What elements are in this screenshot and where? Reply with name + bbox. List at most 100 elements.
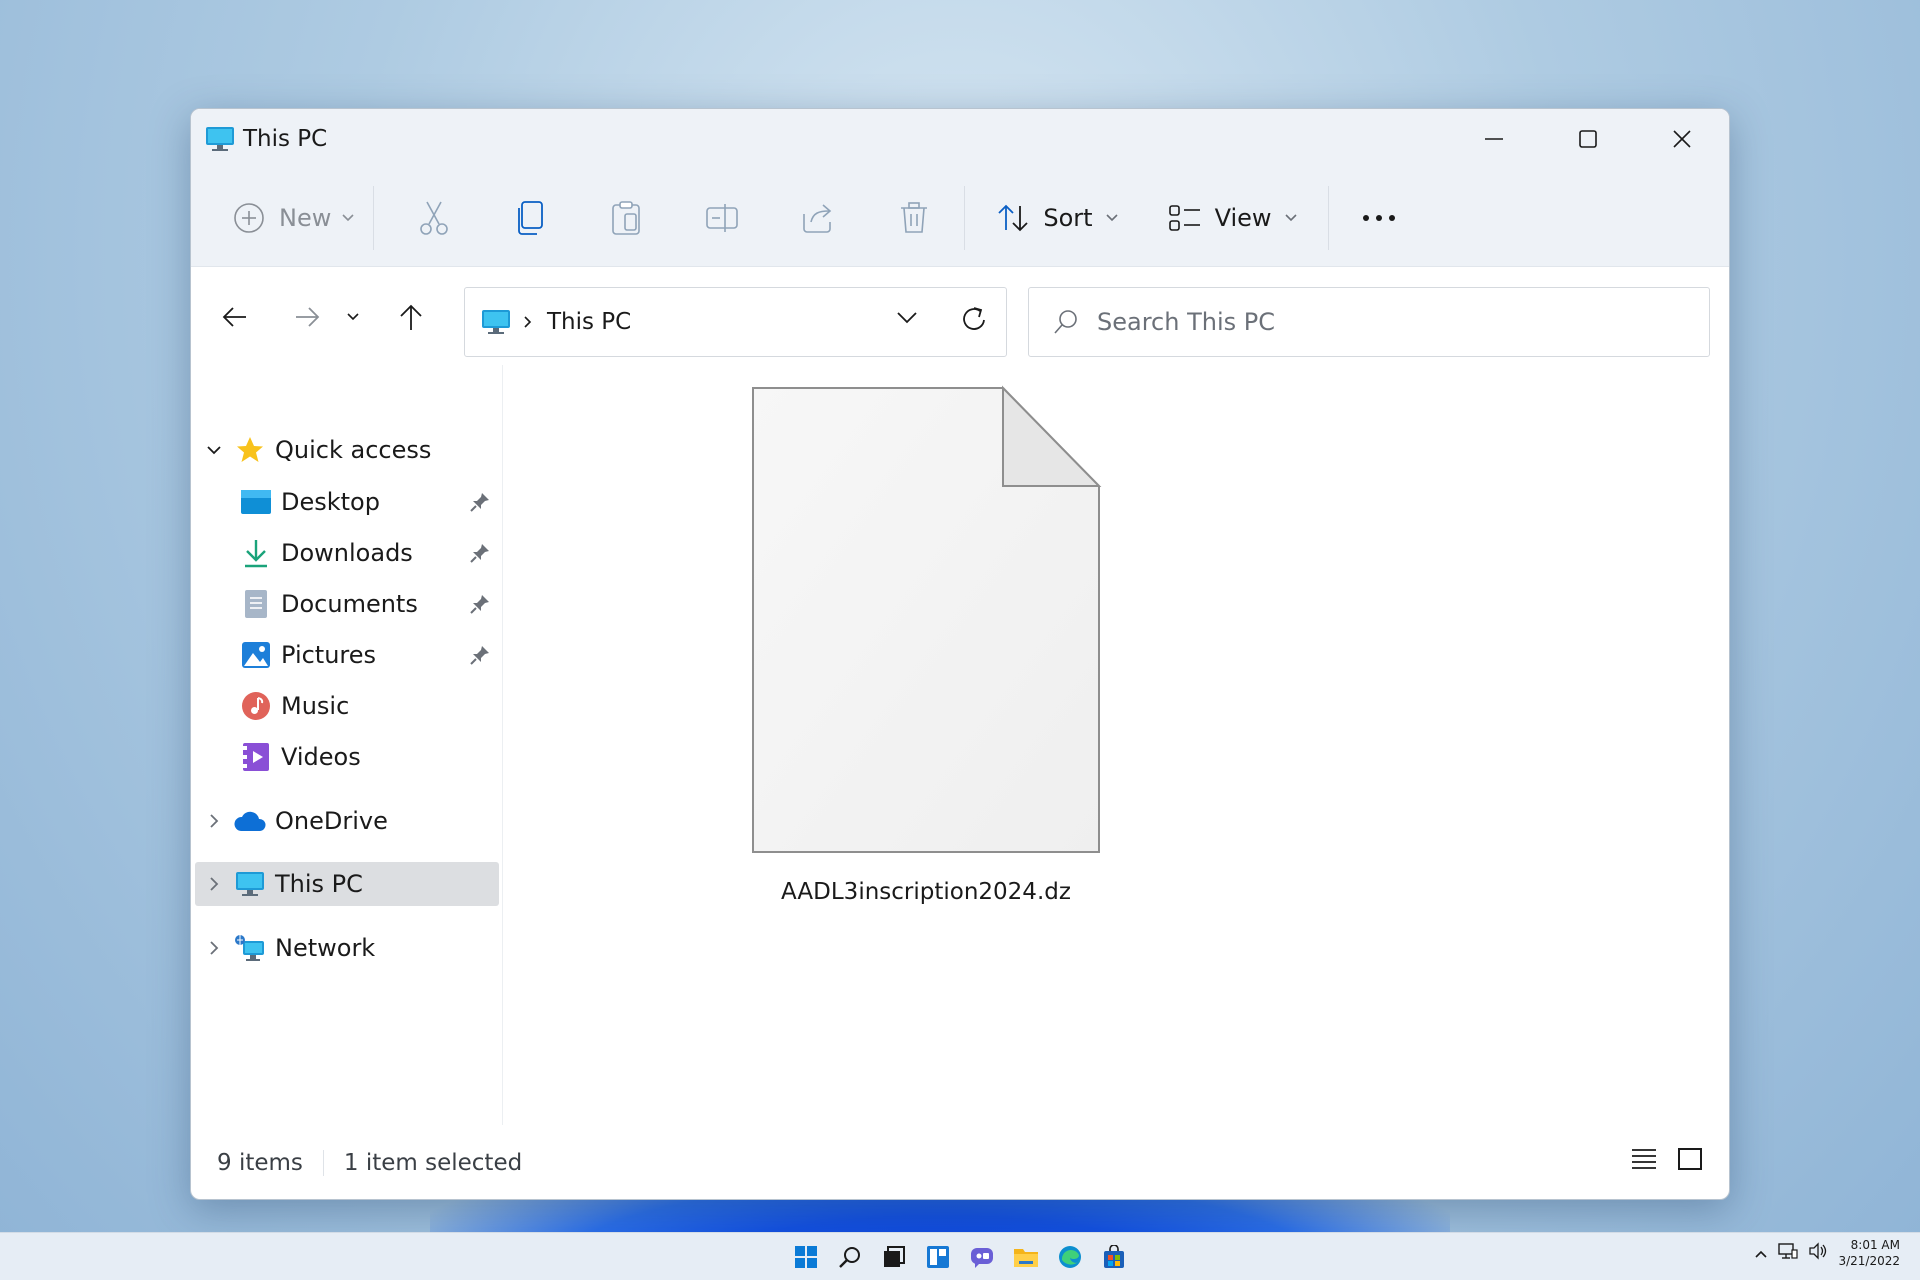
close-icon	[1673, 130, 1691, 148]
task-view-icon	[884, 1246, 905, 1267]
pictures-icon	[239, 638, 273, 672]
sidebar-item-pictures[interactable]: Pictures	[195, 632, 499, 678]
plus-circle-icon	[229, 198, 269, 238]
sort-label: Sort	[1043, 203, 1093, 232]
details-view-icon	[1632, 1149, 1656, 1169]
sidebar-item-onedrive[interactable]: OneDrive	[195, 798, 499, 844]
toolbar-separator	[373, 185, 375, 250]
copy-button[interactable]	[510, 188, 550, 248]
chevron-right-icon[interactable]	[195, 813, 233, 829]
address-history-button[interactable]	[896, 310, 918, 329]
sort-icon	[993, 198, 1033, 238]
desktop-icon	[239, 485, 273, 519]
maximize-button[interactable]	[1541, 109, 1635, 169]
large-icons-view-button[interactable]	[1677, 1147, 1703, 1177]
chevron-up-icon	[1755, 1250, 1768, 1258]
pin-icon[interactable]	[469, 491, 491, 513]
new-button[interactable]: New	[229, 188, 355, 248]
star-icon	[233, 433, 267, 467]
delete-icon	[894, 198, 934, 238]
clock-date: 3/21/2022	[1838, 1254, 1900, 1268]
toolbar-separator	[964, 185, 966, 250]
refresh-button[interactable]	[960, 304, 988, 338]
details-view-button[interactable]	[1631, 1147, 1657, 1177]
volume-button[interactable]	[1808, 1242, 1828, 1264]
file-view: AADL3inscription2024.dz	[504, 365, 1729, 1125]
sidebar-item-music[interactable]: Music	[195, 683, 499, 729]
sidebar-item-label: Network	[275, 934, 376, 962]
chevron-down-icon	[897, 312, 917, 324]
sort-button[interactable]: Sort	[993, 188, 1118, 248]
more-options-button[interactable]	[1359, 188, 1399, 248]
delete-button[interactable]	[894, 188, 934, 248]
chevron-right-icon	[524, 316, 532, 328]
copy-icon	[510, 198, 550, 238]
store-button[interactable]	[1098, 1241, 1130, 1273]
item-count: 9 items	[217, 1150, 303, 1176]
network-icon	[233, 931, 267, 965]
show-hidden-icons-button[interactable]	[1754, 1244, 1768, 1263]
clock[interactable]: 8:01 AM 3/21/2022	[1838, 1237, 1900, 1269]
chevron-down-icon	[342, 213, 354, 221]
volume-icon	[1809, 1242, 1827, 1260]
sidebar-item-label: Documents	[281, 590, 418, 618]
sidebar-item-this-pc[interactable]: This PC	[195, 862, 499, 906]
file-item[interactable]: AADL3inscription2024.dz	[750, 385, 1102, 915]
music-icon	[239, 689, 273, 723]
arrow-up-icon	[400, 304, 422, 330]
recent-locations-button[interactable]	[333, 287, 373, 347]
taskbar: 8:01 AM 3/21/2022	[0, 1232, 1920, 1280]
file-explorer-taskbar-button[interactable]	[1010, 1241, 1042, 1273]
rename-icon	[702, 198, 742, 238]
widgets-button[interactable]	[922, 1241, 954, 1273]
sidebar-item-network[interactable]: Network	[195, 925, 499, 971]
videos-icon	[239, 740, 273, 774]
chat-button[interactable]	[966, 1241, 998, 1273]
sidebar-item-label: Downloads	[281, 539, 413, 567]
windows-logo-icon	[795, 1246, 817, 1268]
large-icons-view-icon	[1678, 1148, 1702, 1170]
blank-file-icon	[752, 385, 1102, 853]
selection-count: 1 item selected	[322, 1150, 522, 1176]
cut-button[interactable]	[414, 188, 454, 248]
sidebar-item-quick-access[interactable]: Quick access	[195, 427, 499, 473]
search-placeholder: Search This PC	[1097, 308, 1275, 336]
this-pc-icon	[233, 867, 267, 901]
pin-icon[interactable]	[469, 593, 491, 615]
chevron-down-icon[interactable]	[195, 445, 233, 455]
edge-button[interactable]	[1054, 1241, 1086, 1273]
view-button[interactable]: View	[1165, 188, 1298, 248]
network-status-button[interactable]	[1778, 1242, 1799, 1264]
file-name: AADL3inscription2024.dz	[781, 879, 1071, 905]
forward-button[interactable]	[277, 287, 337, 347]
navigation-pane: Quick access Desktop Downloads Documents	[191, 365, 503, 1125]
folder-icon	[1014, 1249, 1038, 1267]
up-button[interactable]	[381, 287, 441, 347]
view-icon	[1165, 198, 1205, 238]
close-button[interactable]	[1635, 109, 1729, 169]
sidebar-item-documents[interactable]: Documents	[195, 581, 499, 627]
chevron-right-icon[interactable]	[195, 940, 233, 956]
back-button[interactable]	[205, 287, 265, 347]
start-button[interactable]	[790, 1241, 822, 1273]
address-bar[interactable]: This PC	[464, 287, 1007, 357]
sidebar-item-desktop[interactable]: Desktop	[195, 479, 499, 525]
breadcrumb-this-pc[interactable]: This PC	[547, 309, 631, 335]
pin-icon[interactable]	[469, 542, 491, 564]
clock-time: 8:01 AM	[1850, 1238, 1900, 1252]
search-icon	[1054, 310, 1077, 334]
sidebar-item-label: Quick access	[275, 436, 432, 464]
rename-button[interactable]	[702, 188, 742, 248]
taskbar-search-button[interactable]	[834, 1241, 866, 1273]
chat-icon	[971, 1248, 993, 1268]
title-bar: This PC	[191, 109, 1729, 169]
chevron-right-icon[interactable]	[195, 876, 233, 892]
pin-icon[interactable]	[469, 644, 491, 666]
sidebar-item-videos[interactable]: Videos	[195, 734, 499, 780]
paste-button[interactable]	[606, 188, 646, 248]
sidebar-item-downloads[interactable]: Downloads	[195, 530, 499, 576]
minimize-button[interactable]	[1447, 109, 1541, 169]
task-view-button[interactable]	[878, 1241, 910, 1273]
search-input[interactable]: Search This PC	[1028, 287, 1710, 357]
share-button[interactable]	[798, 188, 838, 248]
